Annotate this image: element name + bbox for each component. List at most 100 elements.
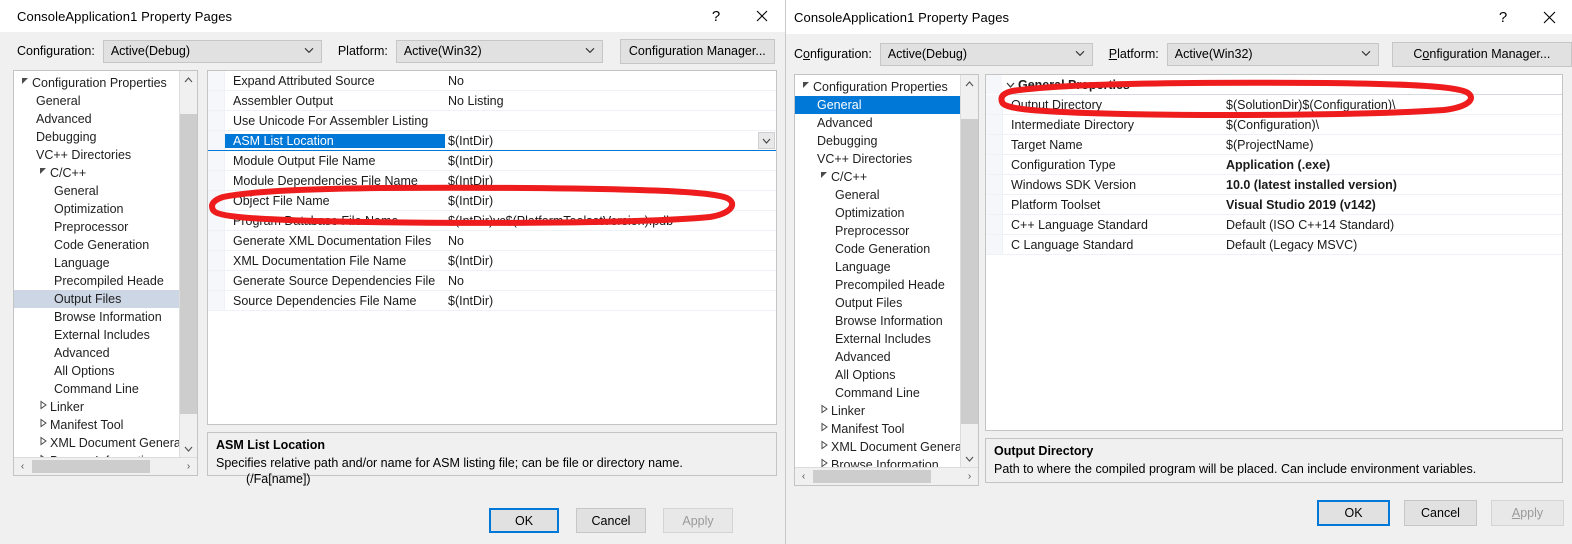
- left-grid-row[interactable]: Program Database File Name $(IntDir)vc$(P…: [208, 211, 776, 231]
- scroll-down-icon[interactable]: [180, 440, 197, 457]
- right-tree-item-vc-directories[interactable]: VC++ Directories: [795, 150, 960, 168]
- left-property-value[interactable]: $(IntDir): [445, 134, 776, 148]
- left-tree-item-linker[interactable]: Linker: [14, 398, 179, 416]
- help-icon[interactable]: ?: [693, 0, 739, 32]
- left-grid-row[interactable]: Source Dependencies File Name $(IntDir): [208, 291, 776, 311]
- right-property-value[interactable]: $(SolutionDir)$(Configuration)\: [1223, 98, 1562, 112]
- close-icon[interactable]: [1526, 0, 1572, 34]
- left-tree-scroll-thumb[interactable]: [180, 114, 197, 414]
- scroll-right-icon[interactable]: ›: [961, 471, 978, 482]
- tree-twisty-icon[interactable]: [36, 434, 50, 452]
- right-tree-item-general[interactable]: General: [795, 96, 960, 114]
- left-tree-item-preprocessor[interactable]: Preprocessor: [14, 218, 179, 236]
- right-tree-vscrollbar[interactable]: [960, 75, 978, 467]
- right-tree-scroll-thumb[interactable]: [961, 118, 978, 424]
- chevron-down-icon[interactable]: [1002, 80, 1018, 90]
- tree-twisty-icon[interactable]: [18, 74, 32, 92]
- right-tree-hscroll-thumb[interactable]: [813, 470, 931, 483]
- left-tree-item-precompiled-heade[interactable]: Precompiled Heade: [14, 272, 179, 290]
- right-grid-row[interactable]: Platform Toolset Visual Studio 2019 (v142…: [986, 195, 1562, 215]
- left-cancel-button[interactable]: Cancel: [576, 508, 646, 533]
- right-tree-item-external-includes[interactable]: External Includes: [795, 330, 960, 348]
- help-icon[interactable]: ?: [1480, 0, 1526, 34]
- right-tree-item-advanced[interactable]: Advanced: [795, 348, 960, 366]
- left-tree-item-all-options[interactable]: All Options: [14, 362, 179, 380]
- tree-twisty-icon[interactable]: [817, 456, 831, 467]
- left-configuration-combo[interactable]: Active(Debug): [102, 39, 322, 63]
- left-property-value[interactable]: $(IntDir)vc$(PlatformToolsetVersion).pdb: [445, 214, 776, 228]
- scroll-right-icon[interactable]: ›: [180, 461, 197, 472]
- tree-twisty-icon[interactable]: [817, 438, 831, 456]
- left-tree-item-manifest-tool[interactable]: Manifest Tool: [14, 416, 179, 434]
- left-property-value[interactable]: $(IntDir): [445, 294, 776, 308]
- left-tree-item-code-generation[interactable]: Code Generation: [14, 236, 179, 254]
- right-tree-item-advanced[interactable]: Advanced: [795, 114, 960, 132]
- left-property-value[interactable]: $(IntDir): [445, 174, 776, 188]
- right-property-value[interactable]: Default (Legacy MSVC): [1223, 238, 1562, 252]
- left-property-value[interactable]: No Listing: [445, 94, 776, 108]
- left-grid-row[interactable]: Module Dependencies File Name $(IntDir): [208, 171, 776, 191]
- right-grid-row[interactable]: Output Directory $(SolutionDir)$(Configur…: [986, 95, 1562, 115]
- left-tree-item-optimization[interactable]: Optimization: [14, 200, 179, 218]
- right-property-grid[interactable]: General Properties Output Directory $(Solu…: [985, 74, 1563, 431]
- left-grid-row[interactable]: Object File Name $(IntDir): [208, 191, 776, 211]
- right-tree-item-all-options[interactable]: All Options: [795, 366, 960, 384]
- left-grid-row[interactable]: Generate XML Documentation Files No: [208, 231, 776, 251]
- left-ok-button[interactable]: OK: [489, 508, 559, 533]
- right-tree-item-browse-information[interactable]: Browse Information: [795, 456, 960, 467]
- right-tree-item-language[interactable]: Language: [795, 258, 960, 276]
- right-grid-row[interactable]: Configuration Type Application (.exe): [986, 155, 1562, 175]
- right-tree-item-c-c[interactable]: C/C++: [795, 168, 960, 186]
- left-tree-item-debugging[interactable]: Debugging: [14, 128, 179, 146]
- tree-twisty-icon[interactable]: [817, 402, 831, 420]
- left-tree-vscrollbar[interactable]: [179, 71, 197, 457]
- right-grid-row[interactable]: Intermediate Directory $(Configuration)\: [986, 115, 1562, 135]
- right-property-value[interactable]: 10.0 (latest installed version): [1223, 178, 1562, 192]
- right-grid-row[interactable]: Target Name $(ProjectName): [986, 135, 1562, 155]
- left-platform-combo[interactable]: Active(Win32): [395, 39, 603, 63]
- right-grid-row[interactable]: Windows SDK Version 10.0 (latest installe…: [986, 175, 1562, 195]
- scroll-up-icon[interactable]: [961, 75, 978, 92]
- left-grid-row[interactable]: Use Unicode For Assembler Listing: [208, 111, 776, 131]
- right-tree-item-precompiled-heade[interactable]: Precompiled Heade: [795, 276, 960, 294]
- right-tree-item-browse-information[interactable]: Browse Information: [795, 312, 960, 330]
- scroll-up-icon[interactable]: [180, 71, 197, 88]
- left-tree-item-general[interactable]: General: [14, 182, 179, 200]
- right-tree-item-code-generation[interactable]: Code Generation: [795, 240, 960, 258]
- left-property-value[interactable]: $(IntDir): [445, 194, 776, 208]
- right-property-value[interactable]: Default (ISO C++14 Standard): [1223, 218, 1562, 232]
- left-tree-item-output-files[interactable]: Output Files: [14, 290, 179, 308]
- tree-twisty-icon[interactable]: [36, 164, 50, 182]
- left-grid-row[interactable]: ASM List Location $(IntDir): [208, 131, 776, 151]
- right-property-value[interactable]: Visual Studio 2019 (v142): [1223, 198, 1562, 212]
- scroll-left-icon[interactable]: ‹: [14, 461, 31, 472]
- left-property-value[interactable]: $(IntDir): [445, 154, 776, 168]
- tree-twisty-icon[interactable]: [817, 420, 831, 438]
- right-tree-item-xml-document-genera[interactable]: XML Document Genera: [795, 438, 960, 456]
- left-tree-item-browse-information[interactable]: Browse Information: [14, 308, 179, 326]
- left-tree-item-language[interactable]: Language: [14, 254, 179, 272]
- right-tree-item-output-files[interactable]: Output Files: [795, 294, 960, 312]
- right-tree-item-manifest-tool[interactable]: Manifest Tool: [795, 420, 960, 438]
- close-icon[interactable]: [739, 0, 785, 32]
- right-ok-button[interactable]: OK: [1317, 499, 1390, 526]
- tree-twisty-icon[interactable]: [36, 398, 50, 416]
- left-tree-hscrollbar[interactable]: ‹ ›: [14, 457, 197, 475]
- right-tree-item-preprocessor[interactable]: Preprocessor: [795, 222, 960, 240]
- left-tree-item-advanced[interactable]: Advanced: [14, 344, 179, 362]
- left-grid-row[interactable]: Generate Source Dependencies File No: [208, 271, 776, 291]
- left-grid-row[interactable]: Expand Attributed Source No: [208, 71, 776, 91]
- left-tree-item-c-c[interactable]: C/C++: [14, 164, 179, 182]
- scroll-left-icon[interactable]: ‹: [795, 471, 812, 482]
- left-tree-item-vc-directories[interactable]: VC++ Directories: [14, 146, 179, 164]
- right-tree-item-optimization[interactable]: Optimization: [795, 204, 960, 222]
- scroll-down-icon[interactable]: [961, 450, 978, 467]
- left-tree-item-xml-document-genera[interactable]: XML Document Genera: [14, 434, 179, 452]
- right-tree-item-linker[interactable]: Linker: [795, 402, 960, 420]
- left-tree-item-external-includes[interactable]: External Includes: [14, 326, 179, 344]
- right-tree-item-general[interactable]: General: [795, 186, 960, 204]
- right-property-value[interactable]: Application (.exe): [1223, 158, 1562, 172]
- right-grid-row[interactable]: C++ Language Standard Default (ISO C++14 …: [986, 215, 1562, 235]
- chevron-down-icon[interactable]: [758, 132, 775, 149]
- right-property-value[interactable]: $(ProjectName): [1223, 138, 1562, 152]
